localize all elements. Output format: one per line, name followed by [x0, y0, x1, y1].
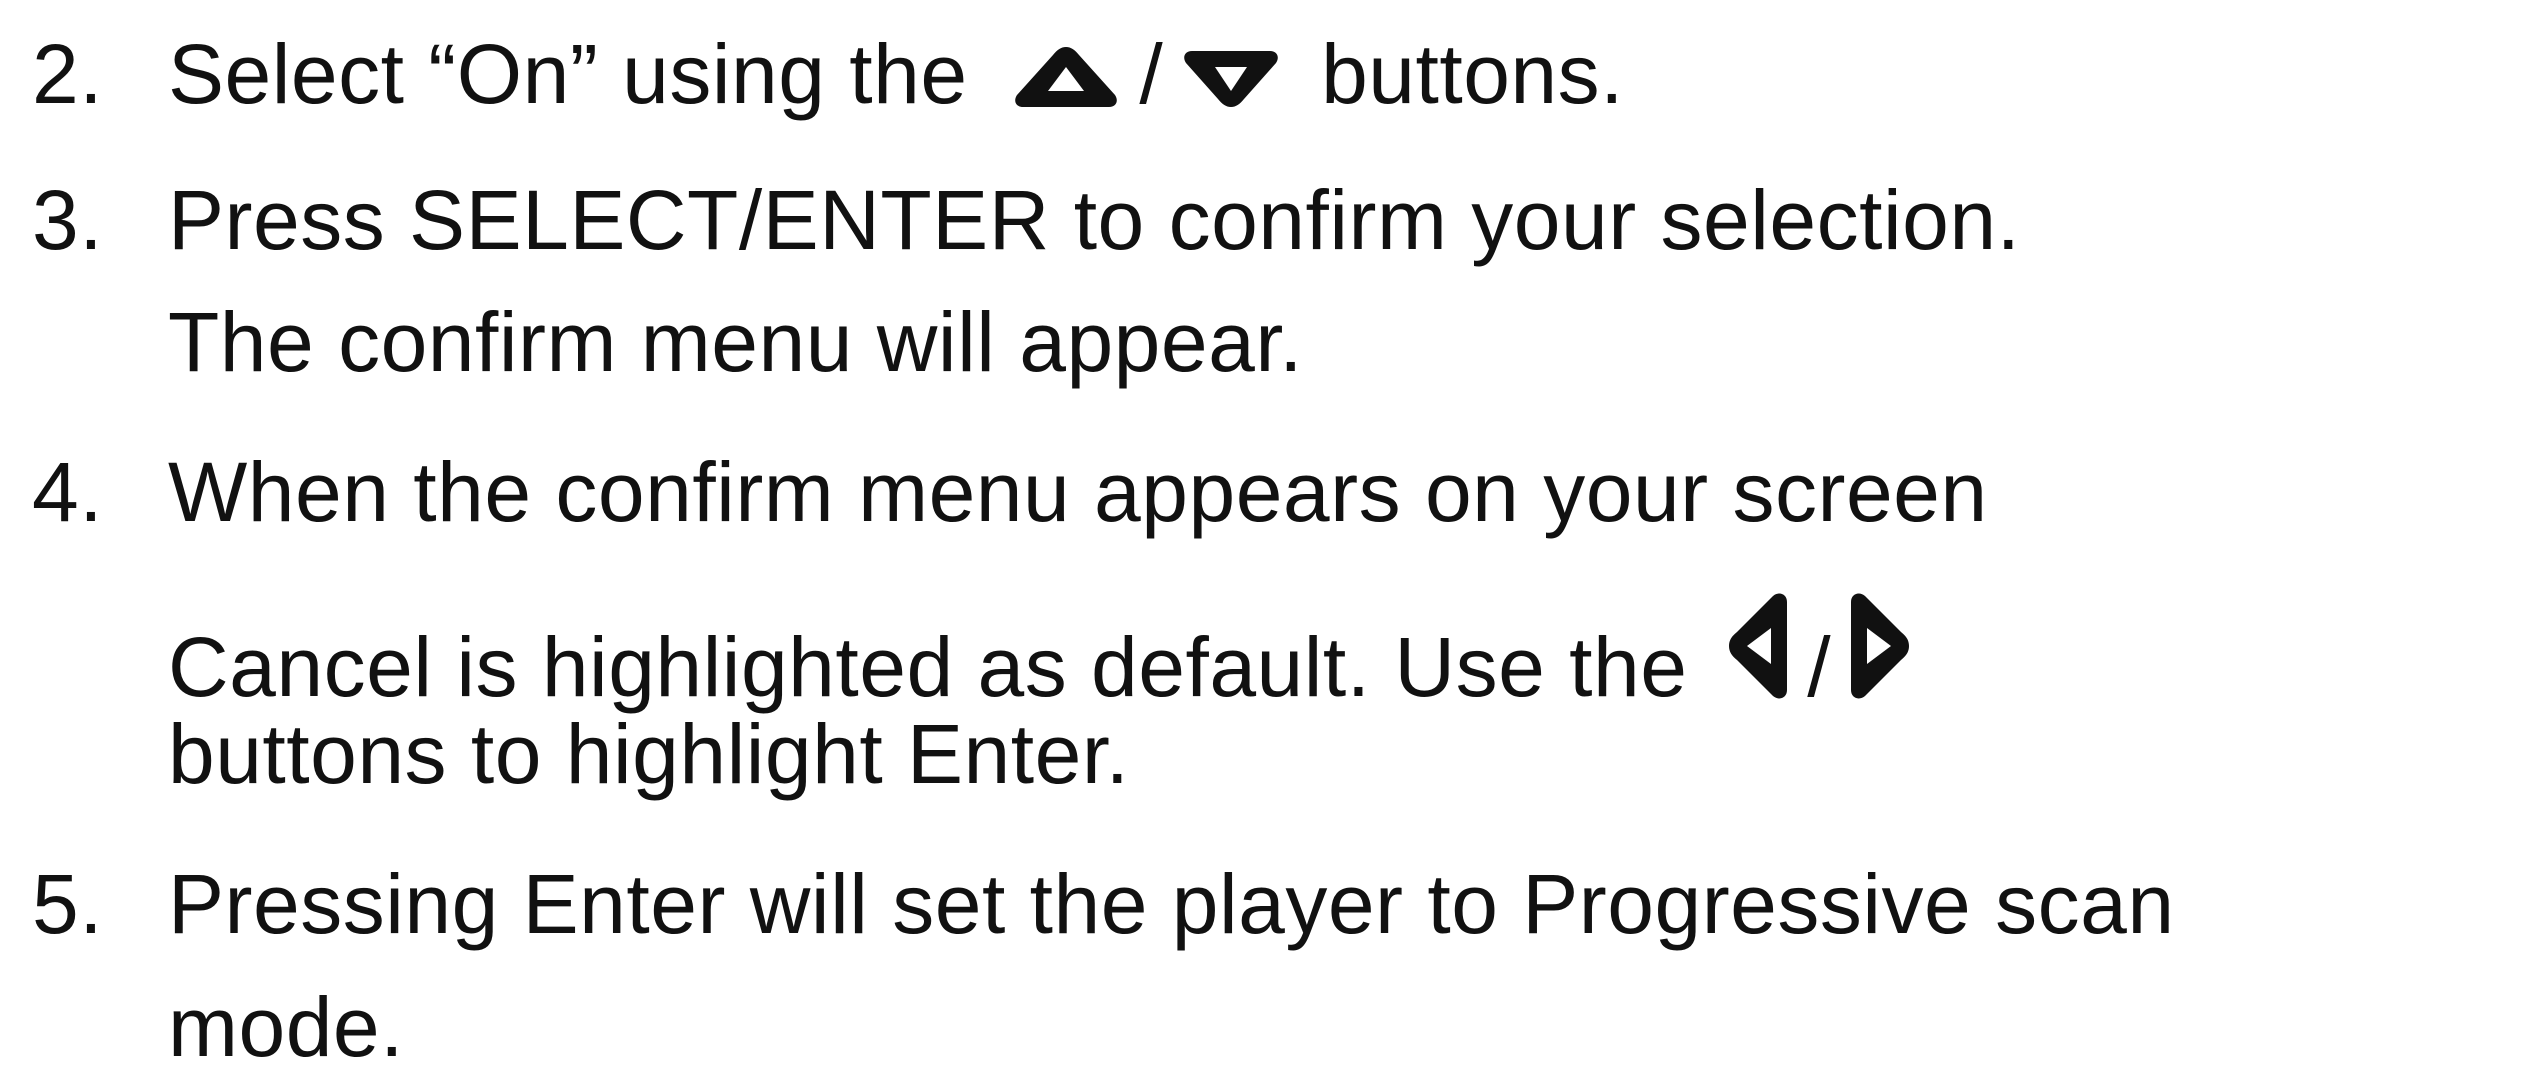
step-4-line-3: buttons to highlight Enter.	[168, 707, 1130, 801]
step-text-end: buttons.	[1321, 27, 1624, 121]
step-number: 4.	[32, 445, 104, 539]
step-text: When the confirm menu appears on your sc…	[168, 445, 1988, 539]
arrow-up-icon	[1011, 45, 1121, 109]
step-3: 3. Press SELECT/ENTER to confirm your sel…	[32, 178, 2020, 262]
step-5: 5. Pressing Enter will set the player to …	[32, 862, 2175, 946]
step-4-line-2: Cancel is highlighted as default. Use th…	[168, 590, 1911, 709]
arrow-right-icon	[1849, 590, 1911, 702]
step-4: 4. When the confirm menu appears on your …	[32, 450, 1988, 534]
arrow-left-icon	[1727, 590, 1789, 702]
arrow-down-icon	[1181, 51, 1281, 109]
icon-separator: /	[1807, 620, 1832, 714]
step-number: 3.	[32, 173, 104, 267]
step-number: 5.	[32, 857, 104, 951]
step-text: Cancel is highlighted as default. Use th…	[168, 620, 1688, 714]
icon-separator: /	[1139, 27, 1164, 121]
instruction-page: 2. Select “On” using the / buttons. 3. Pre…	[0, 0, 2548, 1069]
step-3-continuation: The confirm menu will appear.	[168, 295, 1304, 389]
step-text: Pressing Enter will set the player to Pr…	[168, 857, 2175, 951]
step-text: Press SELECT/ENTER to confirm your selec…	[168, 173, 2021, 267]
step-number: 2.	[32, 27, 104, 121]
step-5-continuation: mode.	[168, 980, 404, 1074]
step-text: Select “On” using the	[168, 27, 968, 121]
step-2: 2. Select “On” using the / buttons.	[32, 32, 1624, 116]
